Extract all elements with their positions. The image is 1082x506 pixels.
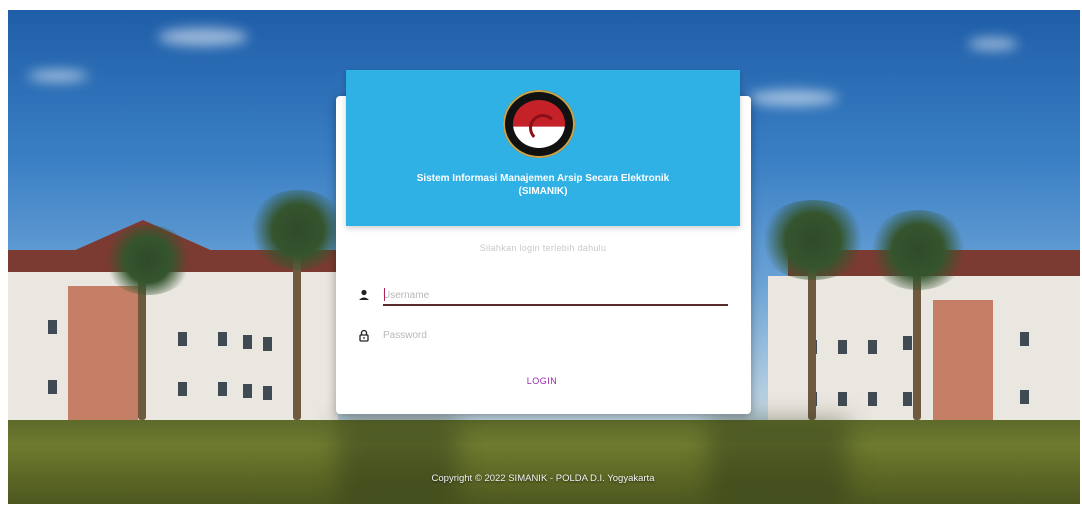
password-input[interactable] [383,326,728,344]
palm-tree-leaves [868,210,968,290]
app-title-line2: (SIMANIK) [518,186,568,197]
lock-icon [357,328,371,342]
palm-tree-leaves [248,190,348,270]
cloud [158,28,248,46]
app-title: Sistem Informasi Manajemen Arsip Secara … [346,172,740,198]
palm-tree-leaves [103,225,193,295]
app-logo [503,90,575,158]
login-button[interactable]: LOGIN [512,372,572,390]
app-title-line1: Sistem Informasi Manajemen Arsip Secara … [416,173,670,184]
logo-emblem-icon [529,114,557,142]
cloud [968,38,1018,50]
user-icon [357,288,371,302]
text-cursor [384,288,385,301]
username-input[interactable] [383,286,728,306]
welcome-text: Silahkan login terlebih dahulu [479,243,607,253]
cloud [28,70,88,82]
palm-tree-leaves [758,200,868,280]
grass-field [8,420,1080,504]
copyright-text: Copyright © 2022 SIMANIK - POLDA D.I. Yo… [431,473,655,484]
cloud [748,90,838,106]
